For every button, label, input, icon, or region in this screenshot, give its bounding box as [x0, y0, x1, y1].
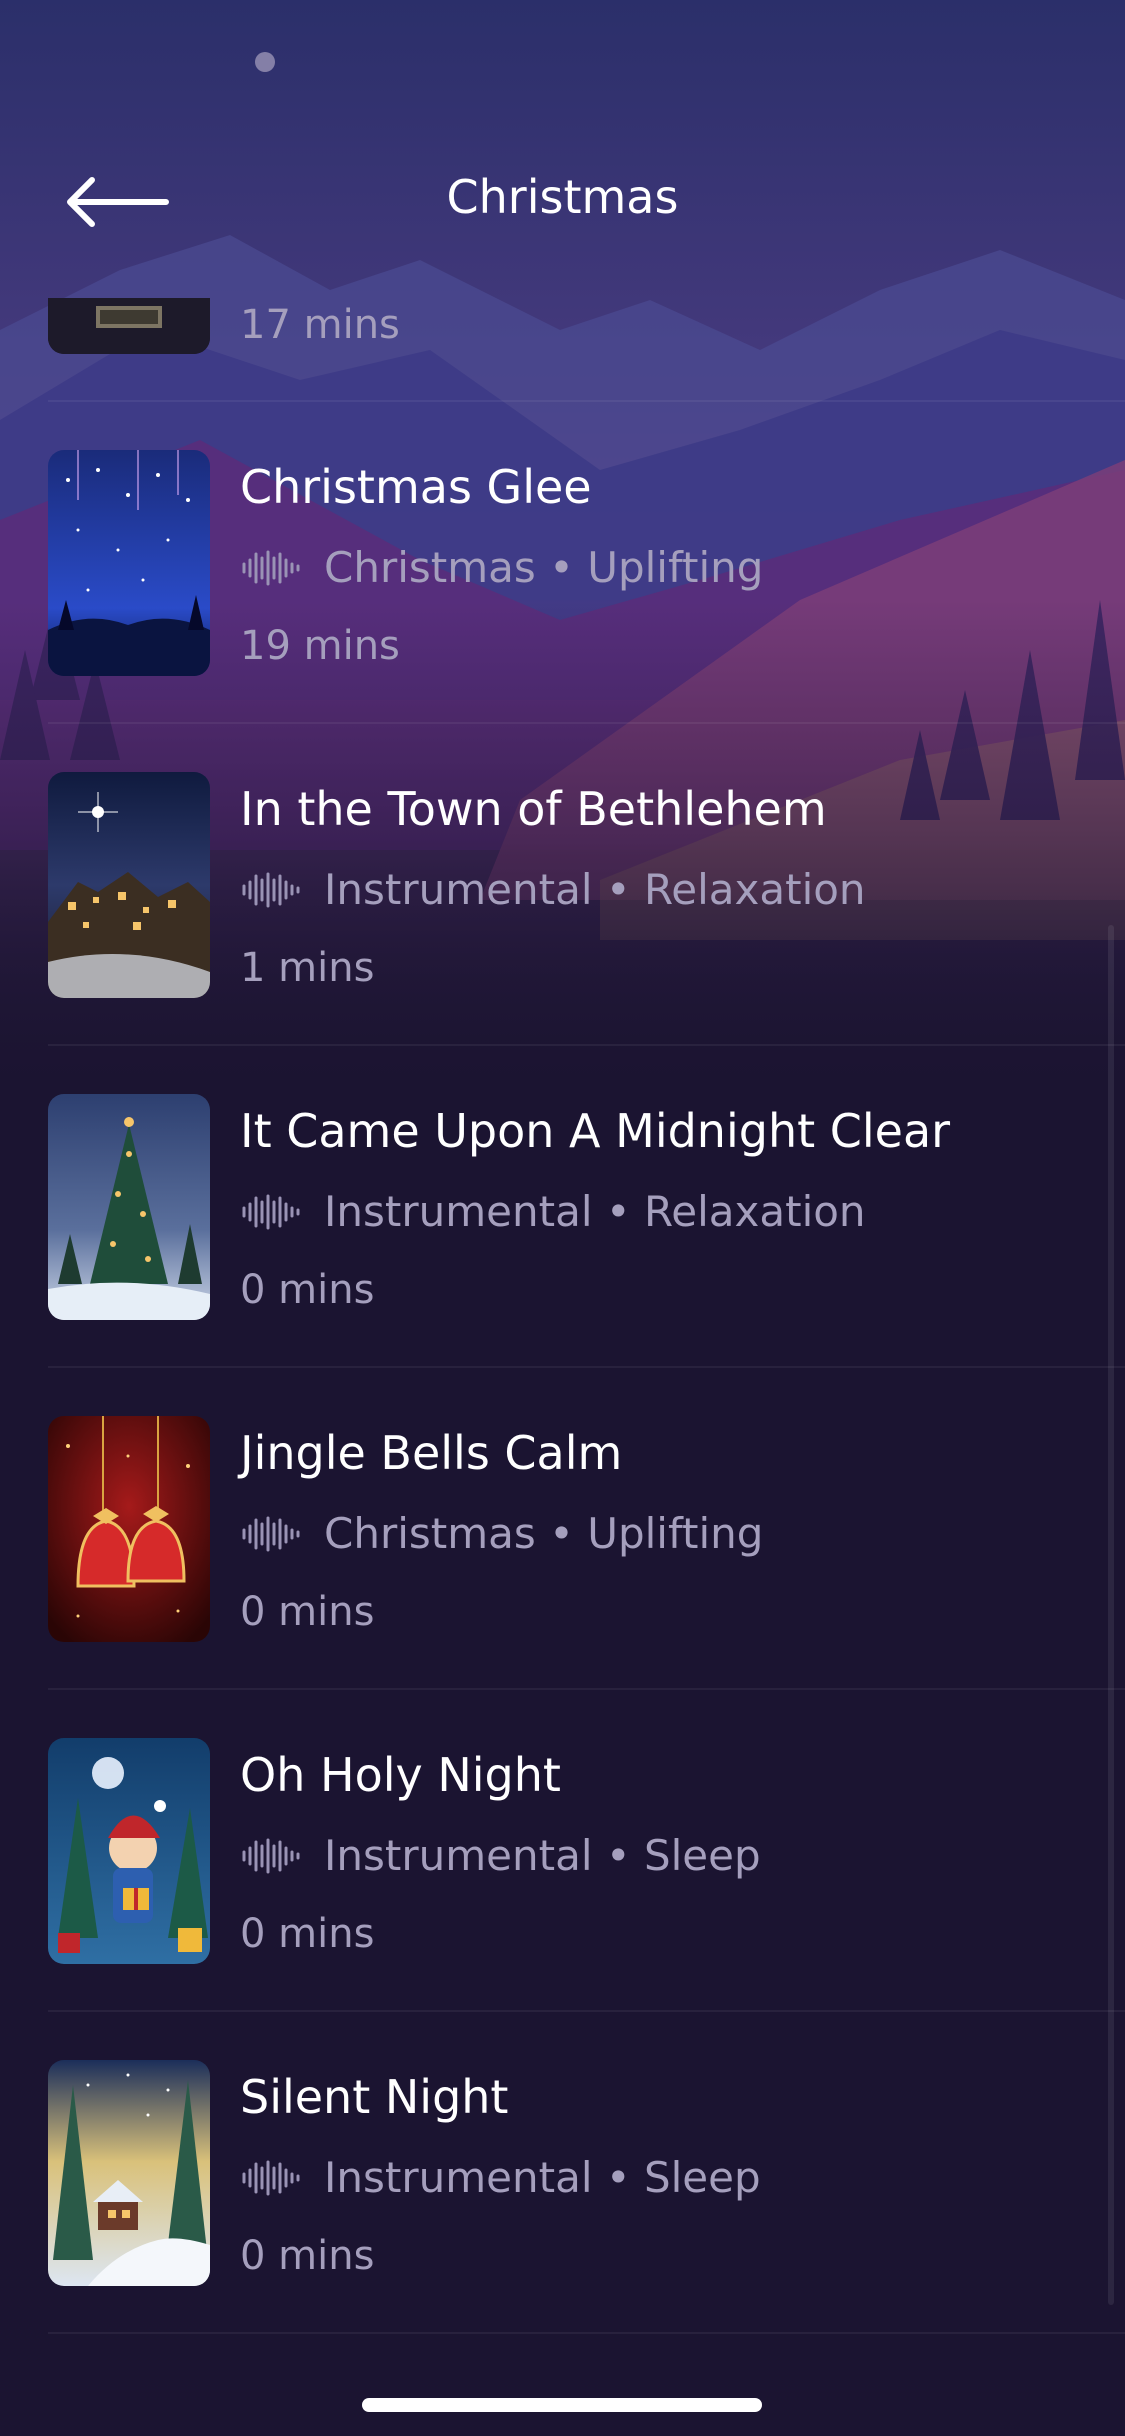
track-thumbnail [48, 1094, 210, 1320]
track-tags: Instrumental • Sleep [324, 1831, 761, 1880]
track-title: Jingle Bells Calm [240, 1426, 623, 1480]
track-meta: Instrumental • Sleep [240, 1831, 761, 1880]
home-indicator[interactable] [362, 2398, 762, 2412]
track-title: Oh Holy Night [240, 1748, 561, 1802]
track-thumbnail-partial[interactable] [48, 298, 210, 354]
track-tags: Instrumental • Relaxation [324, 865, 866, 914]
track-duration: 1 mins [240, 945, 375, 991]
waveform-icon [242, 1838, 300, 1873]
track-tags: Instrumental • Relaxation [324, 1187, 866, 1236]
track-meta: Instrumental • Relaxation [240, 865, 866, 914]
waveform-icon [242, 872, 300, 907]
track-title: Christmas Glee [240, 460, 592, 514]
waveform-icon [242, 1516, 300, 1551]
track-tags: Christmas • Uplifting [324, 543, 764, 592]
waveform-icon [242, 550, 300, 585]
divider [48, 1044, 1125, 1046]
track-tags: Instrumental • Sleep [324, 2153, 761, 2202]
track-meta: Instrumental • Sleep [240, 2153, 761, 2202]
track-thumbnail [48, 772, 210, 998]
track-title: It Came Upon A Midnight Clear [240, 1104, 951, 1158]
track-duration: 17 mins [240, 302, 400, 348]
waveform-icon [242, 1194, 300, 1229]
track-thumbnail [48, 450, 210, 676]
track-meta: Christmas • Uplifting [240, 1509, 763, 1558]
track-meta: Instrumental • Relaxation [240, 1187, 866, 1236]
divider [48, 2332, 1125, 2334]
track-thumbnail [48, 1738, 210, 1964]
divider [48, 1688, 1125, 1690]
scrollbar[interactable] [1108, 925, 1114, 2305]
track-duration: 0 mins [240, 2233, 375, 2279]
divider [48, 2010, 1125, 2012]
track-tags: Christmas • Uplifting [324, 1509, 764, 1558]
page-title: Christmas [446, 170, 679, 224]
header-bar: Christmas [0, 150, 1125, 250]
waveform-icon [242, 2160, 300, 2195]
track-title: Silent Night [240, 2070, 509, 2124]
track-duration: 0 mins [240, 1911, 375, 1957]
track-title: In the Town of Bethlehem [240, 782, 827, 836]
divider [48, 722, 1125, 724]
camera-indicator-dot [255, 52, 275, 72]
divider [48, 1366, 1125, 1368]
track-meta: Christmas • Uplifting [240, 543, 763, 592]
track-thumbnail [48, 2060, 210, 2286]
track-duration: 0 mins [240, 1267, 375, 1313]
track-thumbnail [48, 1416, 210, 1642]
track-duration: 0 mins [240, 1589, 375, 1635]
track-duration: 19 mins [240, 623, 400, 669]
divider [48, 400, 1125, 402]
